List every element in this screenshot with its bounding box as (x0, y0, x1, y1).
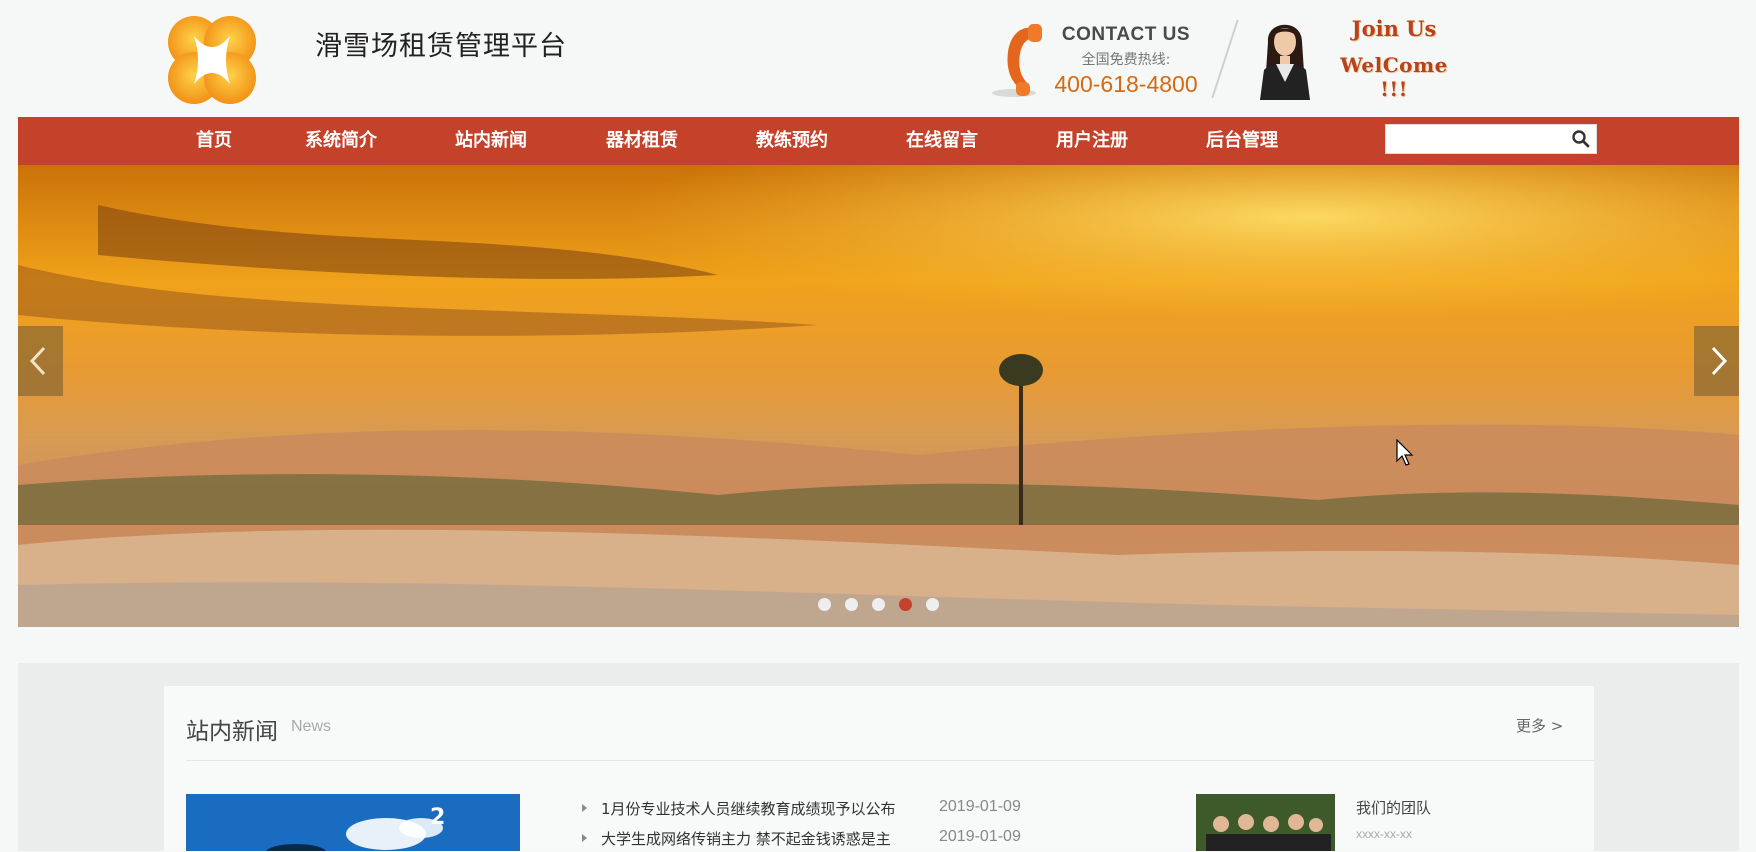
banner-dot-5[interactable] (926, 598, 939, 611)
contact-phone-number: 400-618-4800 (1054, 71, 1198, 97)
banner-dot-4[interactable] (899, 598, 912, 611)
avatar (1256, 12, 1314, 100)
news-section-subtitle: News (291, 718, 332, 735)
news-item-date: 2019-01-09 (939, 798, 1021, 815)
nav-item-coach-booking[interactable]: 教练预约 (756, 117, 828, 165)
nav-item-equipment-rental[interactable]: 器材租赁 (606, 117, 678, 165)
news-item[interactable]: 1月份专业技术人员继续教育成绩现予以公布 2019-01-09 (582, 798, 1142, 822)
news-section-title: 站内新闻 (186, 719, 278, 745)
svg-text:2: 2 (430, 805, 445, 830)
header-divider (1211, 19, 1239, 99)
arrow-right-icon (582, 804, 587, 812)
site-title: 滑雪场租赁管理平台 (315, 31, 567, 62)
arrow-right-icon (582, 834, 587, 842)
site-header: 滑雪场租赁管理平台 CONTACT US 全国免费热线: 400-618-480… (18, 0, 1739, 117)
page: 滑雪场租赁管理平台 CONTACT US 全国免费热线: 400-618-480… (18, 0, 1739, 851)
search-input[interactable] (1388, 127, 1567, 153)
news-item-title[interactable]: 1月份专业技术人员继续教育成绩现予以公布 (601, 798, 896, 819)
join-title[interactable]: Join Us (1324, 16, 1464, 41)
banner-dot-1[interactable] (818, 598, 831, 611)
banner-prev-button[interactable] (18, 326, 63, 396)
news-image[interactable]: 2 (186, 794, 520, 851)
news-item[interactable]: 大学生成网络传销主力 禁不起金钱诱惑是主 2019-01-09 (582, 828, 1142, 852)
nav-item-home[interactable]: 首页 (196, 117, 232, 165)
banner-next-button[interactable] (1694, 326, 1739, 396)
nav-item-news[interactable]: 站内新闻 (455, 117, 527, 165)
search-box (1385, 124, 1597, 154)
banner-dot-2[interactable] (845, 598, 858, 611)
team-date: xxxx-xx-xx (1356, 827, 1412, 841)
contact-title: CONTACT US (1061, 24, 1191, 45)
search-icon[interactable] (1569, 127, 1593, 151)
logo-icon[interactable] (164, 14, 260, 106)
news-item-date: 2019-01-09 (939, 828, 1021, 845)
section-divider (186, 760, 1594, 761)
news-item-title[interactable]: 大学生成网络传销主力 禁不起金钱诱惑是主 (601, 828, 891, 849)
more-link[interactable]: 更多 > (1516, 715, 1563, 736)
mouse-cursor-icon (1396, 439, 1414, 466)
join-block: Join Us WelCome !!! (1324, 16, 1464, 101)
team-title[interactable]: 我们的团队 (1356, 797, 1431, 818)
banner-pagination (18, 598, 1739, 618)
nav-item-admin[interactable]: 后台管理 (1206, 117, 1278, 165)
contact-block: CONTACT US 全国免费热线: 400-618-4800 (1046, 24, 1206, 98)
banner-slide (18, 165, 1739, 627)
welcome-text: WelCome !!! (1340, 53, 1448, 101)
banner-dot-3[interactable] (872, 598, 885, 611)
nav-item-register[interactable]: 用户注册 (1056, 117, 1128, 165)
nav-item-messages[interactable]: 在线留言 (906, 117, 978, 165)
phone-icon (992, 24, 1042, 97)
team-photo[interactable] (1196, 794, 1335, 851)
contact-subtitle: 全国免费热线: (1081, 52, 1171, 68)
nav-item-intro[interactable]: 系统简介 (305, 117, 377, 165)
